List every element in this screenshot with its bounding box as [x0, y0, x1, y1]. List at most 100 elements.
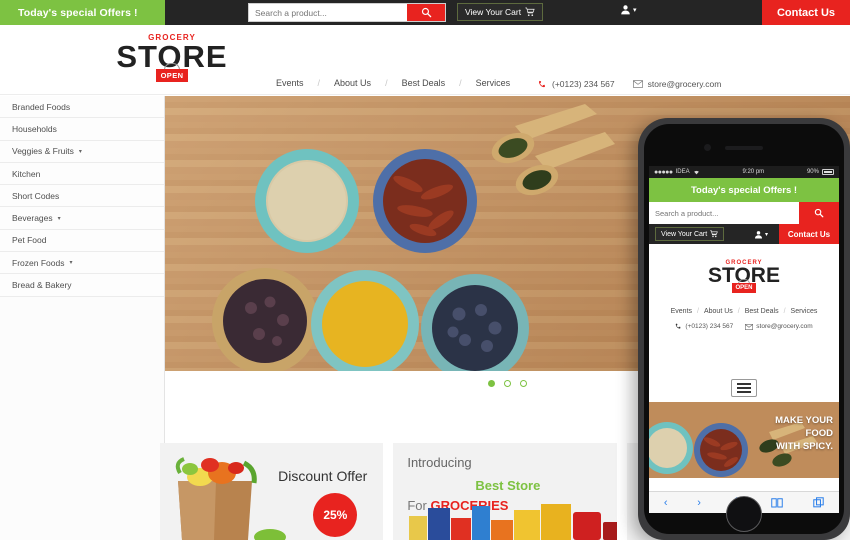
back-chevron-icon[interactable]: ‹: [664, 497, 668, 509]
carousel-dot-3[interactable]: [520, 380, 527, 387]
phone-contact-info: (+0123) 234 567 store@grocery.com: [649, 323, 839, 330]
carousel-dot-2[interactable]: [504, 380, 511, 387]
phone-view-cart-button[interactable]: View Your Cart: [655, 227, 725, 241]
nav-item-best-deals[interactable]: Best Deals: [388, 78, 460, 88]
phone-status-bar: ●●●●● IDEA 9:20 pm 90%: [649, 166, 839, 178]
phone-nav-item-services[interactable]: Services: [786, 308, 823, 315]
promo-intro-line-2: Best Store: [475, 478, 541, 493]
sidebar-item-short-codes[interactable]: Short Codes: [0, 185, 164, 208]
header-contact-info: (+0123) 234 567 store@grocery.com: [538, 79, 721, 89]
sidebar-item-label: Veggies & Fruits: [12, 146, 74, 157]
phone-camera-icon: [704, 144, 711, 151]
bookmarks-icon[interactable]: [771, 497, 784, 508]
sidebar-item-label: Beverages: [12, 213, 53, 224]
sidebar-item-kitchen[interactable]: Kitchen: [0, 162, 164, 186]
sidebar-item-pet-food[interactable]: Pet Food: [0, 229, 164, 253]
phone-search-row: [649, 202, 839, 224]
bookmarks-icon-glyph: [771, 498, 784, 508]
wifi-icon: [693, 170, 699, 175]
phone-contact-email-text: store@grocery.com: [756, 323, 813, 330]
header-phone[interactable]: (+0123) 234 567: [538, 79, 615, 89]
phone-offers-label: Today's special Offers !: [690, 184, 798, 196]
chevron-down-icon: ▾: [78, 148, 82, 155]
forward-chevron-icon[interactable]: ›: [697, 497, 701, 509]
logo-store-text: STORE OPEN: [112, 41, 232, 82]
user-icon: [755, 230, 762, 238]
phone-banner-line-2: FOOD: [805, 428, 833, 439]
promo-intro-line-1: Introducing: [407, 455, 472, 470]
phone-action-row: View Your Cart ▾ Contact Us: [649, 224, 839, 244]
search-input[interactable]: [249, 4, 407, 21]
header-email[interactable]: store@grocery.com: [632, 79, 721, 89]
envelope-icon: [632, 80, 643, 88]
nav-item-services[interactable]: Services: [462, 78, 525, 88]
phone-status-left: ●●●●● IDEA: [654, 169, 700, 176]
phone-time-label: 9:20 pm: [742, 169, 765, 175]
phone-home-button[interactable]: [726, 496, 762, 532]
promo-discount-badge: 25%: [313, 493, 358, 537]
promo-card-discount[interactable]: Discount Offer 25%: [160, 443, 384, 540]
cart-icon: [710, 230, 718, 238]
tabs-icon[interactable]: [813, 497, 824, 508]
sidebar-item-households[interactable]: Households: [0, 118, 164, 141]
phone-view-cart-label: View Your Cart: [661, 230, 708, 238]
phone-contact-number[interactable]: (+0123) 234 567: [675, 323, 733, 330]
phone-icon: [538, 80, 546, 87]
site-logo[interactable]: GROCERY STORE OPEN: [112, 33, 232, 82]
phone-logo[interactable]: GROCERY STORE OPEN: [649, 260, 839, 293]
phone-icon: [676, 323, 681, 329]
phone-user-menu[interactable]: ▾: [754, 230, 768, 239]
phone-speaker: [725, 146, 763, 150]
tabs-icon-glyph: [813, 497, 824, 508]
phone-nav-item-about-us[interactable]: About Us: [699, 308, 738, 315]
view-cart-button[interactable]: View Your Cart: [457, 3, 544, 21]
contact-us-button[interactable]: Contact Us: [762, 0, 850, 25]
search-icon: [814, 208, 824, 218]
promo-discount-title: Discount Offer: [278, 468, 368, 484]
sidebar-item-label: Households: [12, 123, 57, 134]
view-cart-label: View Your Cart: [465, 7, 522, 17]
phone-body: ●●●●● IDEA 9:20 pm 90% Today's special O…: [644, 124, 844, 534]
phone-carrier-label: IDEA: [675, 169, 690, 175]
phone-nav-item-events[interactable]: Events: [666, 308, 697, 315]
phone-contact-email[interactable]: store@grocery.com: [745, 323, 813, 330]
nav-item-about-us[interactable]: About Us: [320, 78, 385, 88]
top-bar: Today's special Offers ! View Your Cart: [0, 0, 850, 25]
open-sign-badge: OPEN: [156, 69, 188, 82]
search-icon: [421, 7, 431, 18]
page-root: Today's special Offers ! View Your Cart: [0, 0, 850, 540]
phone-screen: ●●●●● IDEA 9:20 pm 90% Today's special O…: [649, 166, 839, 491]
sidebar-item-label: Pet Food: [12, 235, 47, 246]
main-navigation: Events / About Us / Best Deals / Service…: [262, 78, 524, 88]
sidebar-item-bread-bakery[interactable]: Bread & Bakery: [0, 274, 164, 297]
search-button[interactable]: [407, 4, 445, 21]
sidebar-item-label: Branded Foods: [12, 101, 71, 112]
sidebar-item-label: Bread & Bakery: [12, 280, 72, 291]
user-account-menu[interactable]: ▾: [620, 4, 637, 15]
battery-icon: [821, 169, 834, 175]
sidebar-item-frozen-foods[interactable]: Frozen Foods ▾: [0, 252, 164, 275]
phone-search-input[interactable]: [649, 202, 799, 224]
search-box: [248, 3, 446, 22]
phone-mockup: ●●●●● IDEA 9:20 pm 90% Today's special O…: [638, 118, 850, 540]
phone-contact-number-text: (+0123) 234 567: [685, 323, 734, 330]
phone-search-button[interactable]: [799, 202, 839, 224]
phone-nav-item-best-deals[interactable]: Best Deals: [740, 308, 784, 315]
sidebar-item-beverages[interactable]: Beverages ▾: [0, 207, 164, 230]
envelope-icon: [745, 323, 754, 330]
chevron-down-icon: ▾: [765, 231, 769, 238]
promo-card-introducing[interactable]: Introducing Best Store For GROCERIES: [393, 443, 617, 540]
sidebar-item-branded-foods[interactable]: Branded Foods: [0, 96, 164, 119]
phone-open-sign-badge: OPEN: [732, 283, 756, 293]
user-icon: [621, 5, 630, 15]
special-offers-banner: Today's special Offers !: [0, 0, 165, 25]
phone-contact-us-button[interactable]: Contact Us: [779, 224, 839, 244]
phone-hero-banner: MAKE YOUR FOOD WITH SPICY.: [649, 402, 839, 478]
sidebar-item-label: Short Codes: [12, 190, 60, 201]
nav-item-events[interactable]: Events: [262, 78, 318, 88]
sidebar-item-veggies-fruits[interactable]: Veggies & Fruits ▾: [0, 140, 164, 163]
carousel-dot-1[interactable]: [488, 380, 495, 387]
contact-us-label: Contact Us: [776, 6, 836, 19]
hamburger-icon[interactable]: [731, 379, 757, 397]
phone-logo-store-text: STORE OPEN: [649, 265, 839, 293]
